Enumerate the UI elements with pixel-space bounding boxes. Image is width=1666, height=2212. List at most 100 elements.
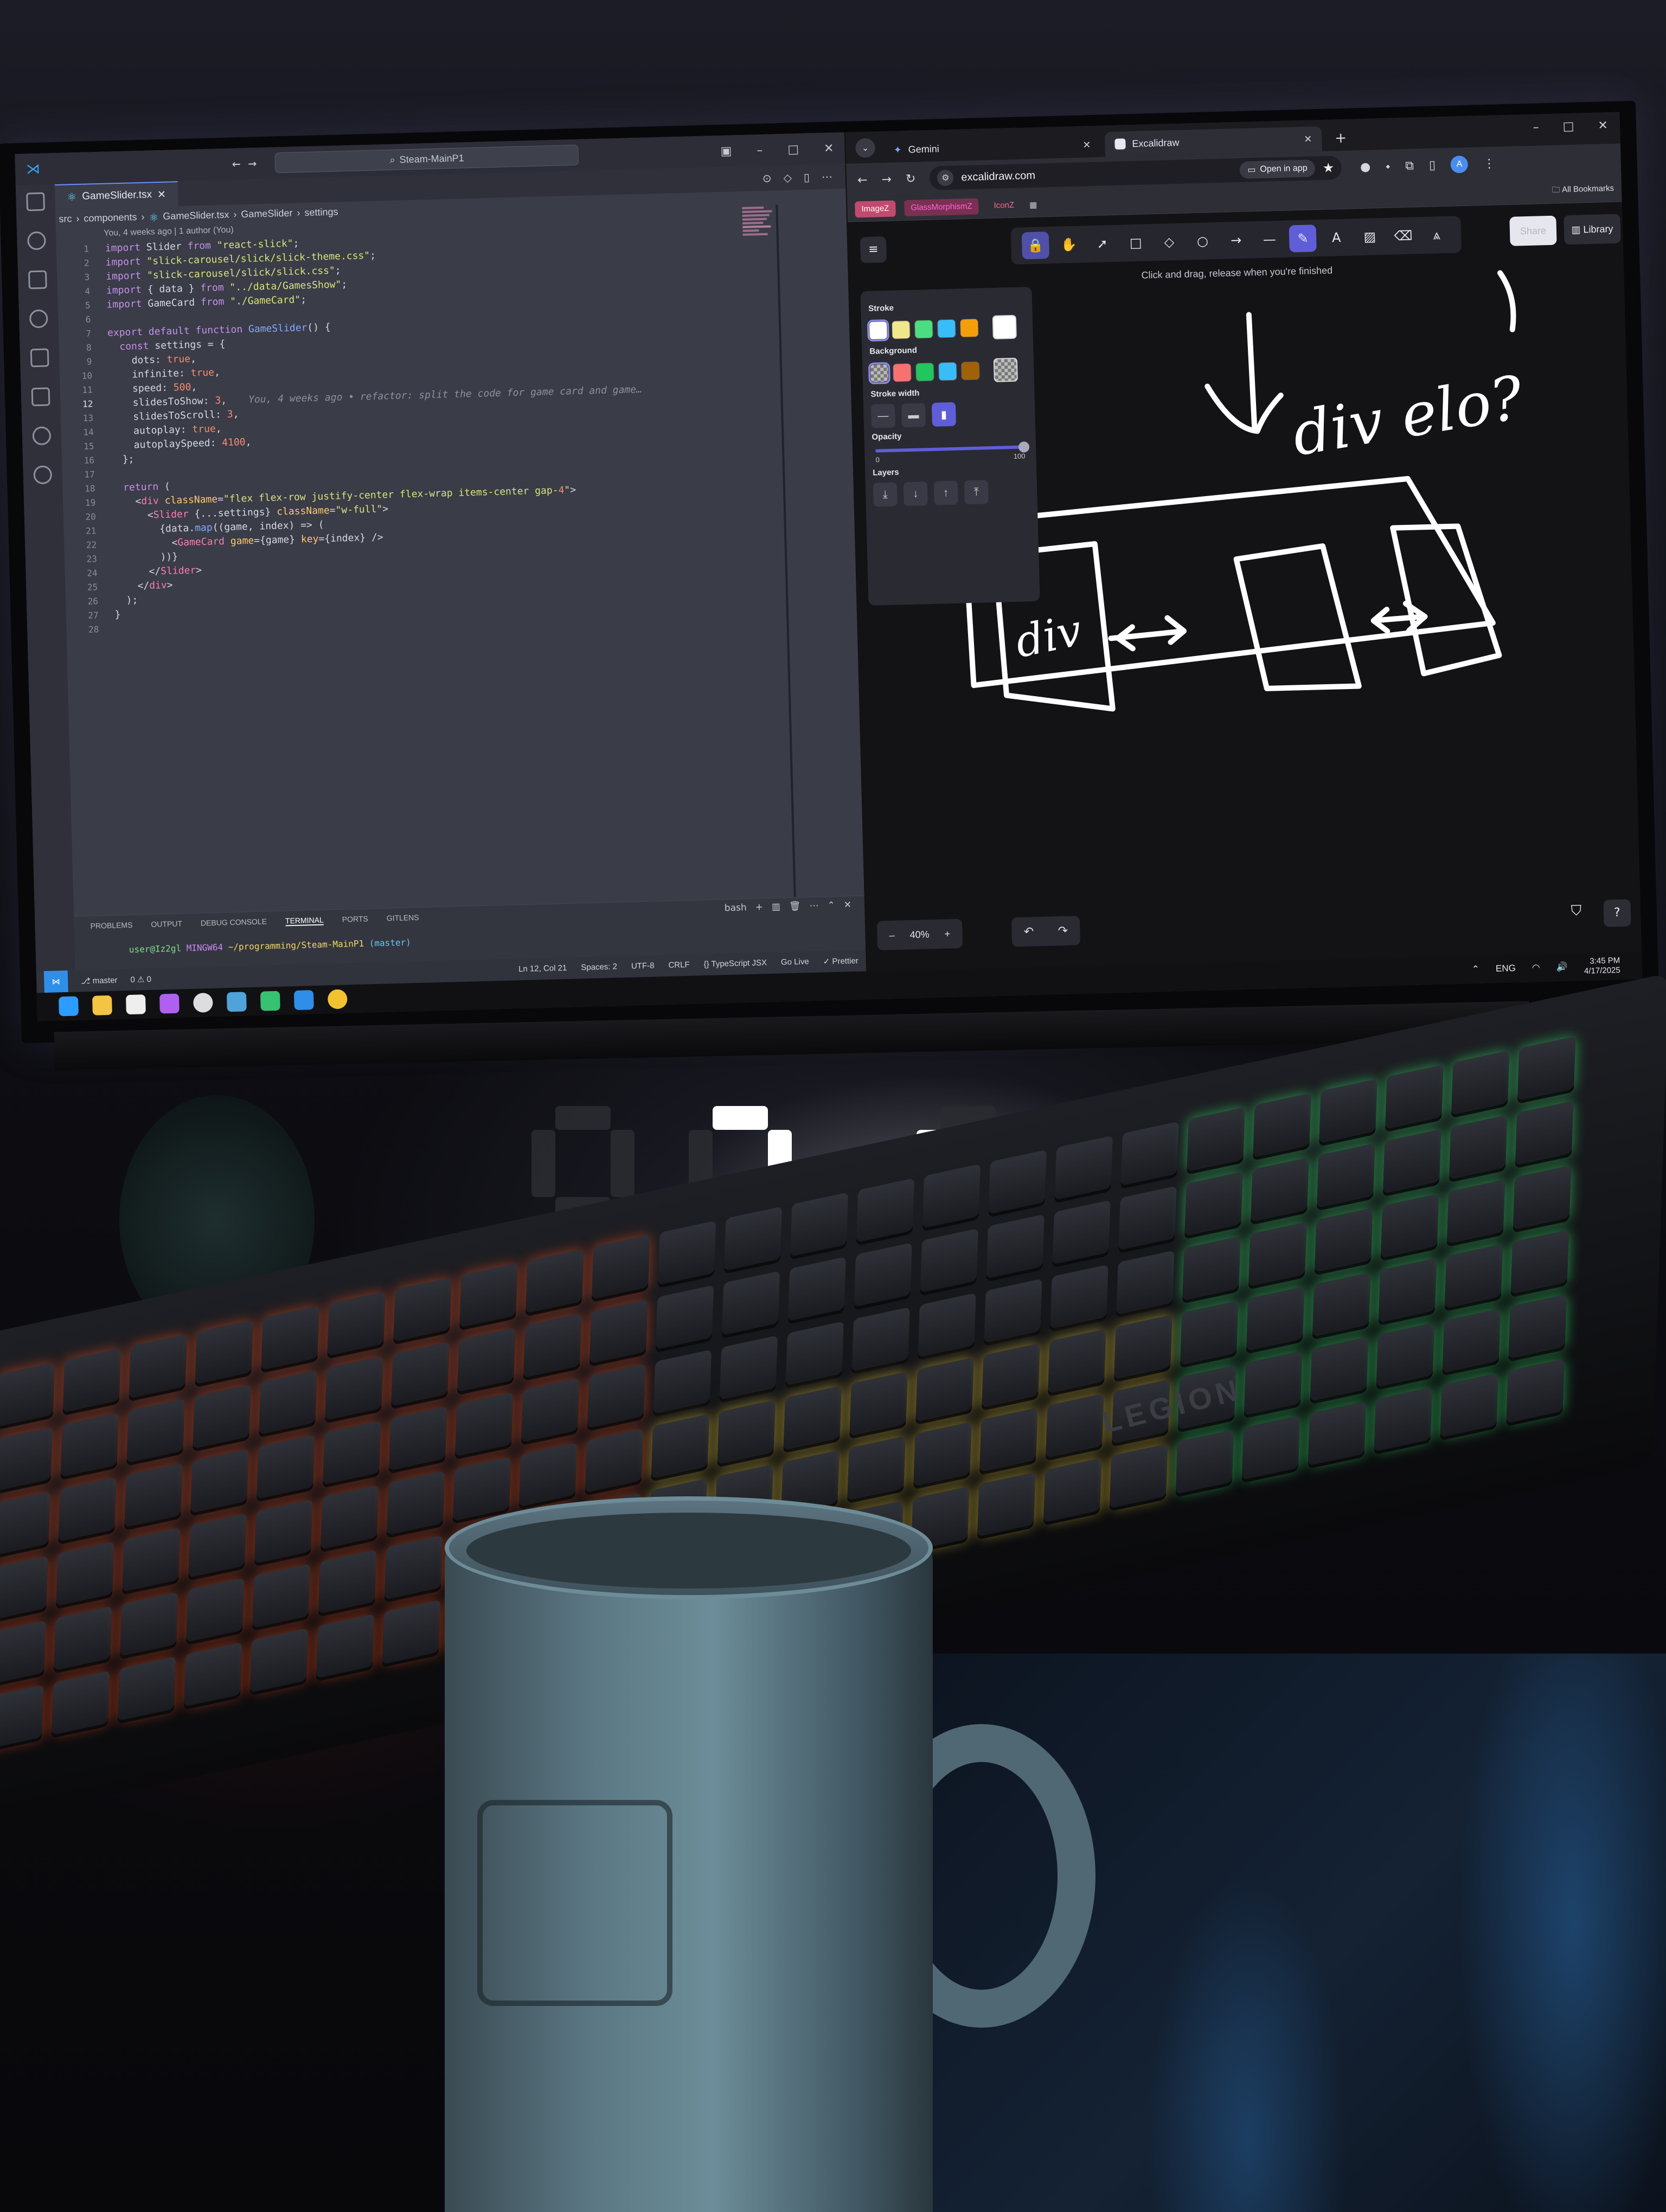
address-bar[interactable]: ⚙ excalidraw.com ▭ Open in app ★	[929, 155, 1342, 190]
sidepanel-icon[interactable]: ▯	[1429, 158, 1436, 172]
chevron-up-icon[interactable]: ⌃	[1471, 964, 1479, 975]
tab-search-icon[interactable]: ⌄	[855, 138, 876, 158]
all-bookmarks[interactable]: 🗀 All Bookmarks	[1552, 183, 1614, 198]
close-tab-icon[interactable]: ✕	[1304, 133, 1312, 145]
search-sidebar-icon[interactable]	[27, 231, 46, 250]
menu-icon[interactable]: ⋮	[1483, 157, 1496, 171]
vscode-icon[interactable]	[293, 990, 314, 1011]
hamburger-menu-icon[interactable]: ≡	[860, 236, 887, 263]
selection-tool-icon[interactable]: ➚	[1088, 230, 1116, 258]
share-button[interactable]: Share	[1509, 215, 1557, 246]
arrow-tool-icon[interactable]: →	[1222, 226, 1250, 254]
close-button[interactable]: ✕	[824, 142, 834, 155]
tab-output[interactable]: OUTPUT	[151, 919, 182, 930]
stroke-swatch[interactable]	[959, 318, 979, 338]
bring-to-front-icon[interactable]: ⤒	[964, 480, 989, 505]
lock-icon[interactable]: 🔒	[1021, 232, 1049, 260]
site-info-icon[interactable]: ⚙	[937, 169, 954, 187]
stroke-current-color[interactable]	[992, 314, 1017, 339]
branch-status[interactable]: ⎇ master	[81, 975, 118, 986]
close-tab-icon[interactable]: ✕	[157, 188, 166, 201]
send-backward-icon[interactable]: ↓	[903, 481, 928, 506]
language-mode[interactable]: {} TypeScript JSX	[703, 958, 767, 969]
bring-forward-icon[interactable]: ↑	[933, 480, 958, 505]
layout-icon[interactable]: ▣	[720, 144, 732, 158]
indentation[interactable]: Spaces: 2	[581, 962, 617, 973]
stroke-extra-bold-option[interactable]: ▮	[931, 402, 957, 427]
more-tools-icon[interactable]: ⩓	[1423, 221, 1451, 249]
compare-icon[interactable]: ⊙	[762, 172, 771, 185]
slider-thumb[interactable]	[1018, 441, 1030, 453]
ellipse-tool-icon[interactable]: ○	[1189, 227, 1216, 255]
start-icon[interactable]	[59, 996, 79, 1017]
stroke-swatch[interactable]	[867, 319, 889, 342]
problems-status[interactable]: 0 ⚠ 0	[130, 974, 151, 985]
reload-icon[interactable]: ↻	[906, 172, 916, 185]
taskbar-clock[interactable]: 3:45 PM 4/17/2025	[1584, 956, 1620, 976]
extension-icon[interactable]: ⬩	[1386, 159, 1391, 173]
tab-gameslider[interactable]: ⚛ GameSlider.tsx ✕	[54, 181, 178, 210]
rectangle-tool-icon[interactable]: □	[1122, 229, 1150, 256]
zoom-level[interactable]: 40%	[909, 929, 930, 941]
close-panel-icon[interactable]: ✕	[844, 899, 852, 910]
background-swatch[interactable]	[938, 362, 957, 381]
pencil-tool-icon[interactable]: ✎	[1289, 224, 1317, 253]
zoom-out-button[interactable]: –	[889, 930, 895, 941]
stroke-swatch[interactable]	[937, 319, 956, 338]
stroke-swatch[interactable]	[891, 320, 911, 339]
encoding[interactable]: UTF-8	[631, 961, 655, 972]
go-live-button[interactable]: Go Live	[781, 957, 809, 967]
maximize-panel-icon[interactable]: ⌃	[827, 900, 835, 911]
notepad-icon[interactable]	[125, 994, 146, 1015]
wifi-icon[interactable]: ◠	[1532, 962, 1540, 973]
line-endings[interactable]: CRLF	[668, 960, 690, 970]
stroke-swatch[interactable]	[914, 319, 933, 339]
language-indicator[interactable]: ENG	[1496, 963, 1516, 974]
steam-icon[interactable]	[226, 992, 247, 1012]
bookmark-star-icon[interactable]: ★	[1322, 160, 1334, 176]
shield-icon[interactable]: ⛉	[1571, 903, 1581, 920]
tab-debug-console[interactable]: DEBUG CONSOLE	[201, 917, 267, 928]
zoom-in-button[interactable]: +	[944, 928, 950, 940]
minimap[interactable]	[742, 204, 777, 292]
background-swatch[interactable]	[915, 362, 934, 382]
background-swatch[interactable]	[868, 362, 890, 384]
forward-icon[interactable]: →	[881, 172, 892, 186]
split-terminal-icon[interactable]: ▥	[772, 902, 781, 912]
file-explorer-icon[interactable]	[92, 995, 112, 1015]
volume-icon[interactable]: 🔊	[1556, 962, 1568, 973]
help-icon[interactable]: ?	[1603, 899, 1631, 927]
library-button[interactable]: ▥ Library	[1564, 214, 1621, 245]
cursor-position[interactable]: Ln 12, Col 21	[518, 963, 567, 974]
new-tab-button[interactable]: +	[1326, 130, 1356, 151]
undo-icon[interactable]: ↶	[1023, 925, 1034, 938]
trash-icon[interactable]: 🗑	[789, 901, 801, 912]
stroke-thin-option[interactable]: —	[870, 403, 896, 428]
stroke-bold-option[interactable]: ▬	[901, 403, 926, 428]
split-editor-icon[interactable]: ▯	[804, 171, 810, 184]
more-icon[interactable]: ⋯	[809, 901, 819, 911]
obs-icon[interactable]	[193, 993, 213, 1013]
minimize-button[interactable]: –	[757, 143, 763, 157]
command-center-search[interactable]: ⌕ Steam-MainP1	[274, 144, 579, 173]
new-terminal-icon[interactable]: +	[755, 902, 763, 912]
tab-ports[interactable]: PORTS	[342, 914, 368, 924]
remote-explorer-icon[interactable]	[31, 387, 50, 407]
bookmark-iconz[interactable]: IconZ	[987, 197, 1021, 214]
excalidraw-canvas[interactable]: div elo? div ≡ 🔒 ✋ ➚ □ ◇ ○ → — ✎ A ▨ ⌫ ⩓…	[848, 202, 1643, 972]
back-icon[interactable]: ←	[857, 173, 868, 187]
profile-avatar[interactable]: A	[1450, 155, 1469, 173]
background-swatch[interactable]	[960, 361, 980, 381]
source-control-icon[interactable]	[29, 309, 48, 329]
opacity-slider[interactable]	[875, 441, 1030, 453]
send-to-back-icon[interactable]: ⤓	[873, 482, 898, 507]
puzzle-icon[interactable]: ⧉	[1405, 159, 1414, 172]
redo-icon[interactable]: ↷	[1058, 924, 1068, 937]
more-icon[interactable]: ⋯	[822, 170, 833, 184]
maximize-button[interactable]: □	[1562, 120, 1574, 134]
hand-tool-icon[interactable]: ✋	[1055, 231, 1082, 259]
extensions-icon[interactable]	[28, 270, 47, 290]
tab-terminal[interactable]: TERMINAL	[285, 915, 324, 927]
background-current-color[interactable]	[993, 357, 1018, 382]
close-button[interactable]: ✕	[1598, 119, 1608, 132]
